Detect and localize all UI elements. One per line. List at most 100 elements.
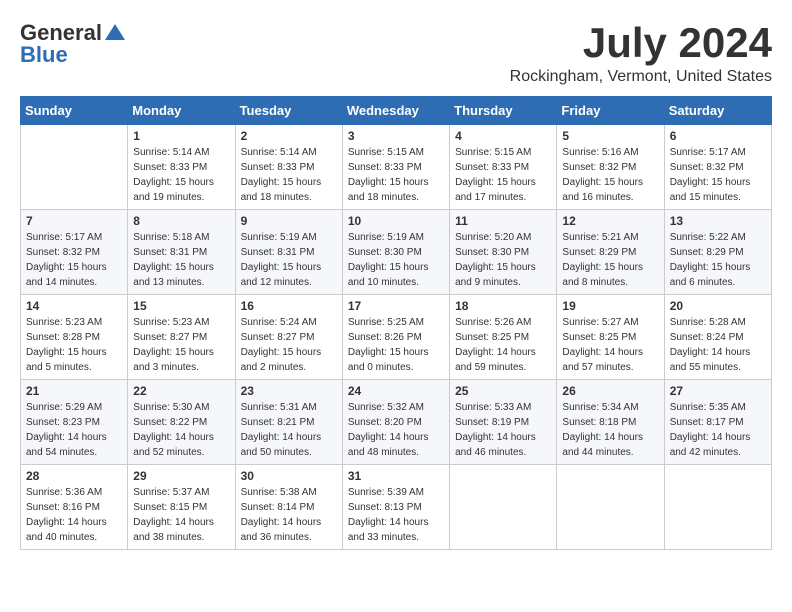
- calendar-cell: 7 Sunrise: 5:17 AM Sunset: 8:32 PM Daylig…: [21, 210, 128, 295]
- header: General Blue July 2024 Rockingham, Vermo…: [20, 20, 772, 86]
- day-number: 15: [133, 299, 229, 313]
- day-info: Sunrise: 5:19 AM Sunset: 8:30 PM Dayligh…: [348, 230, 444, 290]
- logo-blue: Blue: [20, 42, 68, 68]
- day-info: Sunrise: 5:36 AM Sunset: 8:16 PM Dayligh…: [26, 485, 122, 545]
- title-area: July 2024 Rockingham, Vermont, United St…: [510, 20, 772, 86]
- day-number: 2: [241, 129, 337, 143]
- day-number: 10: [348, 214, 444, 228]
- day-info: Sunrise: 5:22 AM Sunset: 8:29 PM Dayligh…: [670, 230, 766, 290]
- day-info: Sunrise: 5:24 AM Sunset: 8:27 PM Dayligh…: [241, 315, 337, 375]
- day-number: 7: [26, 214, 122, 228]
- calendar-cell: 30 Sunrise: 5:38 AM Sunset: 8:14 PM Dayli…: [235, 465, 342, 550]
- calendar-cell: 31 Sunrise: 5:39 AM Sunset: 8:13 PM Dayli…: [342, 465, 449, 550]
- day-info: Sunrise: 5:19 AM Sunset: 8:31 PM Dayligh…: [241, 230, 337, 290]
- location-title: Rockingham, Vermont, United States: [510, 68, 772, 86]
- day-info: Sunrise: 5:21 AM Sunset: 8:29 PM Dayligh…: [562, 230, 658, 290]
- day-info: Sunrise: 5:15 AM Sunset: 8:33 PM Dayligh…: [348, 145, 444, 205]
- calendar-week-row: 14 Sunrise: 5:23 AM Sunset: 8:28 PM Dayli…: [21, 295, 772, 380]
- weekday-header: Wednesday: [342, 97, 449, 125]
- day-number: 24: [348, 384, 444, 398]
- day-info: Sunrise: 5:30 AM Sunset: 8:22 PM Dayligh…: [133, 400, 229, 460]
- calendar-cell: 16 Sunrise: 5:24 AM Sunset: 8:27 PM Dayli…: [235, 295, 342, 380]
- day-number: 23: [241, 384, 337, 398]
- day-info: Sunrise: 5:37 AM Sunset: 8:15 PM Dayligh…: [133, 485, 229, 545]
- calendar-cell: [450, 465, 557, 550]
- calendar-cell: [664, 465, 771, 550]
- day-info: Sunrise: 5:28 AM Sunset: 8:24 PM Dayligh…: [670, 315, 766, 375]
- day-number: 19: [562, 299, 658, 313]
- day-number: 17: [348, 299, 444, 313]
- day-info: Sunrise: 5:23 AM Sunset: 8:28 PM Dayligh…: [26, 315, 122, 375]
- calendar: SundayMondayTuesdayWednesdayThursdayFrid…: [20, 96, 772, 550]
- day-number: 12: [562, 214, 658, 228]
- calendar-cell: 13 Sunrise: 5:22 AM Sunset: 8:29 PM Dayli…: [664, 210, 771, 295]
- calendar-cell: 9 Sunrise: 5:19 AM Sunset: 8:31 PM Daylig…: [235, 210, 342, 295]
- calendar-cell: 26Sunrise: 5:34 AM Sunset: 8:18 PM Dayli…: [557, 380, 664, 465]
- month-title: July 2024: [510, 20, 772, 66]
- day-info: Sunrise: 5:32 AM Sunset: 8:20 PM Dayligh…: [348, 400, 444, 460]
- calendar-cell: 6 Sunrise: 5:17 AM Sunset: 8:32 PM Daylig…: [664, 125, 771, 210]
- day-info: Sunrise: 5:29 AM Sunset: 8:23 PM Dayligh…: [26, 400, 122, 460]
- day-info: Sunrise: 5:25 AM Sunset: 8:26 PM Dayligh…: [348, 315, 444, 375]
- day-info: Sunrise: 5:18 AM Sunset: 8:31 PM Dayligh…: [133, 230, 229, 290]
- day-info: Sunrise: 5:34 AM Sunset: 8:18 PM Dayligh…: [562, 400, 658, 460]
- calendar-cell: 2 Sunrise: 5:14 AM Sunset: 8:33 PM Daylig…: [235, 125, 342, 210]
- day-number: 29: [133, 469, 229, 483]
- day-number: 6: [670, 129, 766, 143]
- weekday-header: Tuesday: [235, 97, 342, 125]
- day-info: Sunrise: 5:38 AM Sunset: 8:14 PM Dayligh…: [241, 485, 337, 545]
- calendar-cell: 21Sunrise: 5:29 AM Sunset: 8:23 PM Dayli…: [21, 380, 128, 465]
- day-number: 20: [670, 299, 766, 313]
- day-number: 27: [670, 384, 766, 398]
- weekday-header: Friday: [557, 97, 664, 125]
- weekday-header: Monday: [128, 97, 235, 125]
- day-number: 16: [241, 299, 337, 313]
- day-number: 25: [455, 384, 551, 398]
- weekday-header: Sunday: [21, 97, 128, 125]
- day-info: Sunrise: 5:39 AM Sunset: 8:13 PM Dayligh…: [348, 485, 444, 545]
- day-info: Sunrise: 5:27 AM Sunset: 8:25 PM Dayligh…: [562, 315, 658, 375]
- day-info: Sunrise: 5:14 AM Sunset: 8:33 PM Dayligh…: [241, 145, 337, 205]
- day-info: Sunrise: 5:31 AM Sunset: 8:21 PM Dayligh…: [241, 400, 337, 460]
- day-info: Sunrise: 5:35 AM Sunset: 8:17 PM Dayligh…: [670, 400, 766, 460]
- calendar-cell: 10 Sunrise: 5:19 AM Sunset: 8:30 PM Dayli…: [342, 210, 449, 295]
- day-number: 31: [348, 469, 444, 483]
- calendar-cell: 8 Sunrise: 5:18 AM Sunset: 8:31 PM Daylig…: [128, 210, 235, 295]
- calendar-cell: 27 Sunrise: 5:35 AM Sunset: 8:17 PM Dayli…: [664, 380, 771, 465]
- calendar-cell: 17 Sunrise: 5:25 AM Sunset: 8:26 PM Dayli…: [342, 295, 449, 380]
- day-info: Sunrise: 5:20 AM Sunset: 8:30 PM Dayligh…: [455, 230, 551, 290]
- calendar-cell: 12 Sunrise: 5:21 AM Sunset: 8:29 PM Dayli…: [557, 210, 664, 295]
- day-number: 1: [133, 129, 229, 143]
- day-info: Sunrise: 5:17 AM Sunset: 8:32 PM Dayligh…: [26, 230, 122, 290]
- weekday-header: Thursday: [450, 97, 557, 125]
- calendar-cell: 15 Sunrise: 5:23 AM Sunset: 8:27 PM Dayli…: [128, 295, 235, 380]
- logo: General Blue: [20, 20, 125, 68]
- day-number: 28: [26, 469, 122, 483]
- day-info: Sunrise: 5:14 AM Sunset: 8:33 PM Dayligh…: [133, 145, 229, 205]
- day-info: Sunrise: 5:15 AM Sunset: 8:33 PM Dayligh…: [455, 145, 551, 205]
- day-number: 30: [241, 469, 337, 483]
- day-number: 5: [562, 129, 658, 143]
- day-info: Sunrise: 5:16 AM Sunset: 8:32 PM Dayligh…: [562, 145, 658, 205]
- day-info: Sunrise: 5:23 AM Sunset: 8:27 PM Dayligh…: [133, 315, 229, 375]
- day-number: 14: [26, 299, 122, 313]
- calendar-cell: [21, 125, 128, 210]
- calendar-cell: 3Sunrise: 5:15 AM Sunset: 8:33 PM Daylig…: [342, 125, 449, 210]
- day-info: Sunrise: 5:17 AM Sunset: 8:32 PM Dayligh…: [670, 145, 766, 205]
- calendar-cell: 4Sunrise: 5:15 AM Sunset: 8:33 PM Daylig…: [450, 125, 557, 210]
- calendar-cell: 29 Sunrise: 5:37 AM Sunset: 8:15 PM Dayli…: [128, 465, 235, 550]
- day-info: Sunrise: 5:26 AM Sunset: 8:25 PM Dayligh…: [455, 315, 551, 375]
- calendar-cell: 5 Sunrise: 5:16 AM Sunset: 8:32 PM Daylig…: [557, 125, 664, 210]
- logo-triangle-icon: [105, 24, 125, 40]
- day-number: 13: [670, 214, 766, 228]
- day-number: 8: [133, 214, 229, 228]
- weekday-header-row: SundayMondayTuesdayWednesdayThursdayFrid…: [21, 97, 772, 125]
- day-number: 11: [455, 214, 551, 228]
- calendar-week-row: 21Sunrise: 5:29 AM Sunset: 8:23 PM Dayli…: [21, 380, 772, 465]
- calendar-cell: 11 Sunrise: 5:20 AM Sunset: 8:30 PM Dayli…: [450, 210, 557, 295]
- day-number: 9: [241, 214, 337, 228]
- calendar-week-row: 28 Sunrise: 5:36 AM Sunset: 8:16 PM Dayli…: [21, 465, 772, 550]
- calendar-cell: 19 Sunrise: 5:27 AM Sunset: 8:25 PM Dayli…: [557, 295, 664, 380]
- day-number: 18: [455, 299, 551, 313]
- calendar-cell: [557, 465, 664, 550]
